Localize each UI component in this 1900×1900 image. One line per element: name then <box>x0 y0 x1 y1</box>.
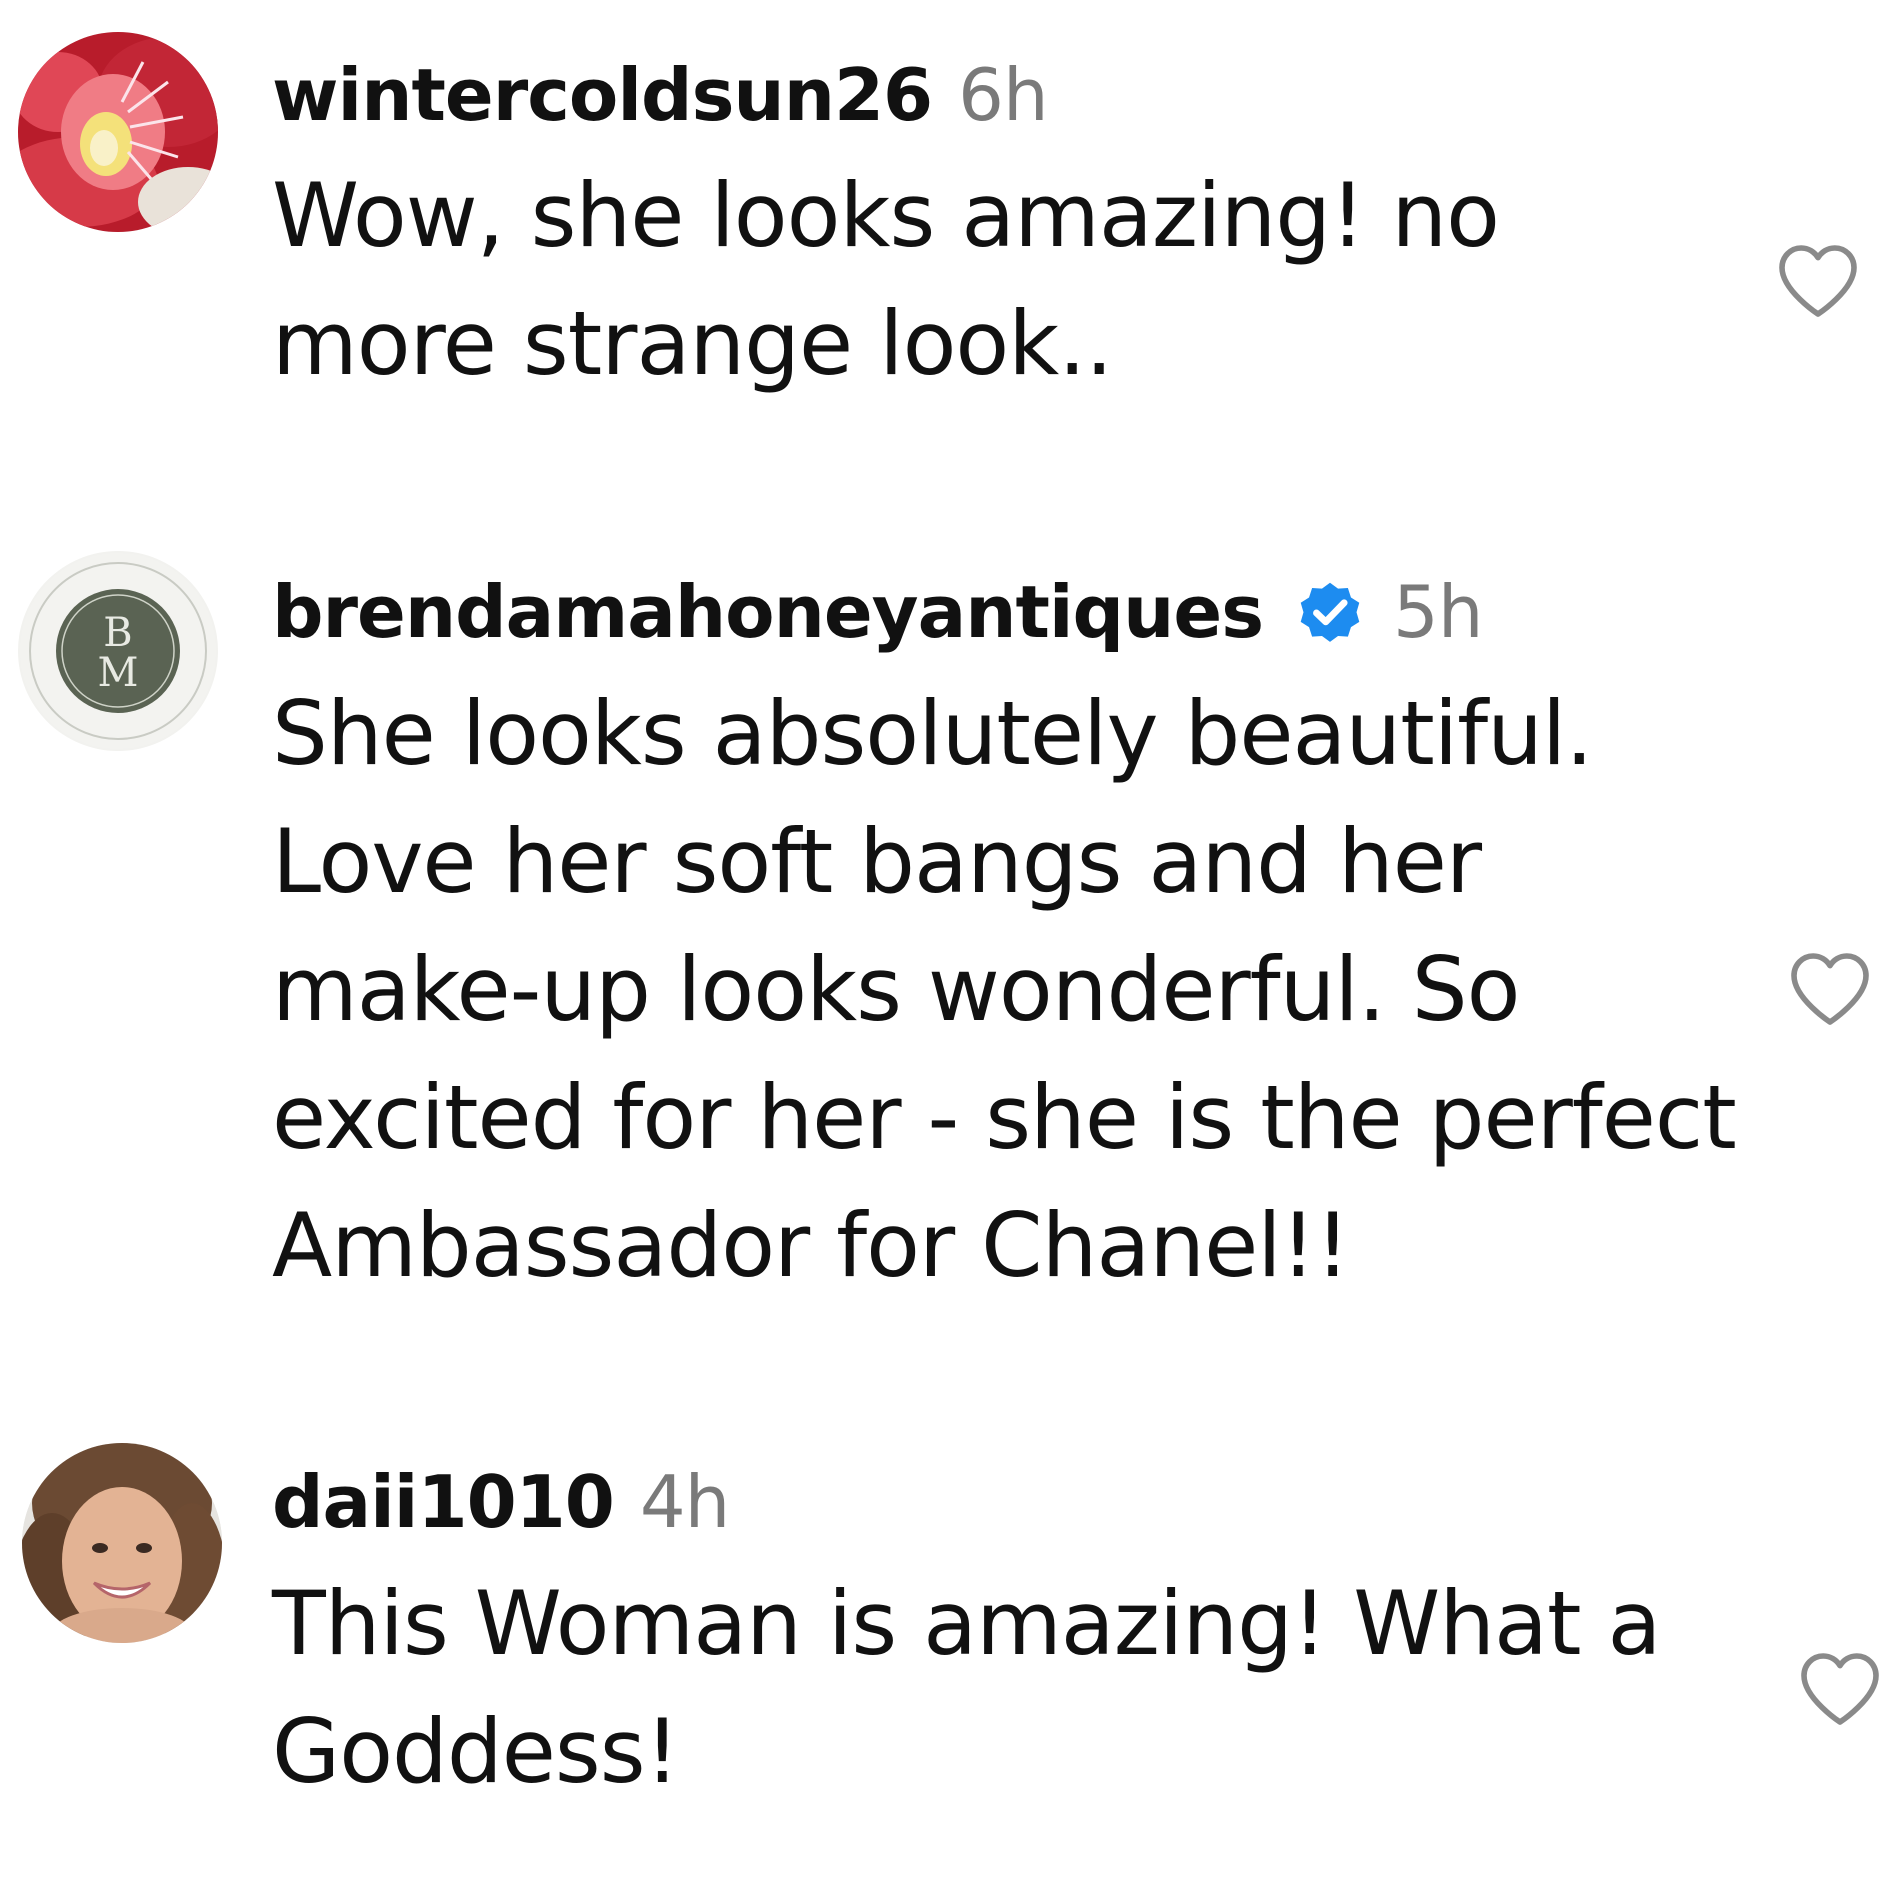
username[interactable]: daii1010 <box>272 1457 615 1547</box>
comment-time[interactable]: 4h <box>640 1457 730 1547</box>
comment-time[interactable]: 6h <box>958 50 1048 140</box>
comment-text: This Woman is amazing! What a Goddess! <box>272 1572 1661 1803</box>
comment-time[interactable]: 5h <box>1393 567 1483 657</box>
username[interactable]: wintercoldsun26 <box>272 50 933 140</box>
comment-text: Wow, she looks amazing! no more strange … <box>272 164 1500 395</box>
like-heart-icon[interactable] <box>1768 232 1868 328</box>
svg-text:M: M <box>98 650 139 696</box>
avatar[interactable] <box>22 1443 222 1643</box>
like-heart-icon[interactable] <box>1790 1640 1890 1736</box>
comment-header: brendamahoneyantiques 5h <box>272 567 1484 657</box>
verified-badge-icon <box>1293 575 1367 649</box>
username[interactable]: brendamahoneyantiques <box>272 567 1264 657</box>
avatar[interactable]: B M <box>18 551 218 751</box>
comment-header: wintercoldsun26 6h <box>272 50 1049 140</box>
avatar[interactable] <box>18 32 218 232</box>
like-heart-icon[interactable] <box>1780 940 1880 1036</box>
comment-header: daii1010 4h <box>272 1457 730 1547</box>
woman-smiling-photo-icon <box>22 1443 222 1643</box>
comment-text: She looks absolutely beautiful. Love her… <box>272 682 1737 1297</box>
flower-photo-icon <box>18 32 218 232</box>
bm-monogram-logo-icon: B M <box>20 553 216 749</box>
